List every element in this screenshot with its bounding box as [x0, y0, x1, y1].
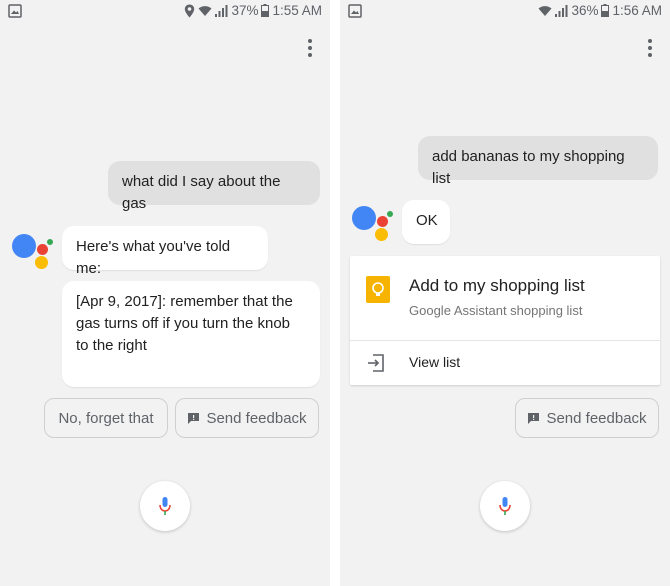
clock: 1:55 AM: [272, 3, 322, 18]
battery-icon: [261, 4, 270, 17]
card-title: Add to my shopping list: [409, 276, 585, 295]
status-bar: 36% 1:56 AM: [340, 0, 670, 24]
wifi-icon: [198, 5, 212, 16]
microphone-button[interactable]: [140, 481, 190, 531]
status-bar: 37% 1:55 AM: [0, 0, 330, 24]
assistant-reply-bubble: OK: [402, 200, 450, 244]
microphone-icon: [159, 497, 171, 515]
card-header[interactable]: Add to my shopping list Google Assistant…: [350, 256, 660, 341]
send-feedback-label: Send feedback: [546, 409, 647, 427]
view-list-label: View list: [409, 354, 461, 370]
keep-lightbulb-icon: [366, 276, 390, 303]
wifi-icon: [538, 5, 552, 16]
image-icon: [8, 4, 22, 18]
send-feedback-chip[interactable]: Send feedback: [515, 398, 659, 438]
card-subtitle: Google Assistant shopping list: [409, 303, 583, 318]
open-list-icon: [368, 354, 384, 372]
view-list-action[interactable]: View list: [350, 341, 660, 385]
memory-card: [Apr 9, 2017]: remember that the gas tur…: [62, 281, 320, 387]
send-feedback-label: Send feedback: [206, 409, 307, 427]
feedback-icon: [188, 412, 200, 424]
assistant-screen-right: 36% 1:56 AM add bananas to my shopping l…: [340, 0, 670, 586]
battery-percent: 36%: [571, 3, 599, 18]
assistant-logo: [10, 230, 56, 276]
overflow-menu-icon[interactable]: [302, 38, 318, 58]
assistant-screen-left: 37% 1:55 AM what did I say about the gas…: [0, 0, 330, 586]
location-icon: [185, 4, 195, 17]
shopping-list-card[interactable]: Add to my shopping list Google Assistant…: [350, 256, 660, 385]
battery-icon: [601, 4, 610, 17]
user-query-bubble: what did I say about the gas: [108, 161, 320, 212]
image-icon: [348, 4, 362, 18]
forget-that-chip[interactable]: No, forget that: [44, 398, 168, 438]
clock: 1:56 AM: [612, 3, 662, 18]
signal-icon: [555, 4, 568, 17]
user-query-bubble: add bananas to my shopping list: [418, 136, 658, 187]
feedback-icon: [528, 412, 540, 424]
battery-percent: 37%: [231, 3, 259, 18]
assistant-logo: [350, 202, 396, 248]
microphone-icon: [499, 497, 511, 515]
signal-icon: [215, 4, 228, 17]
memory-line: to the right: [76, 337, 147, 354]
microphone-button[interactable]: [480, 481, 530, 531]
forget-that-label: No, forget that: [58, 409, 154, 427]
overflow-menu-icon[interactable]: [642, 38, 658, 58]
send-feedback-chip[interactable]: Send feedback: [175, 398, 319, 438]
memory-line: gas turns off if you turn the knob: [76, 315, 291, 332]
assistant-reply-bubble: Here's what you've told me:: [62, 226, 268, 277]
memory-line: [Apr 9, 2017]: remember that the: [76, 293, 293, 310]
